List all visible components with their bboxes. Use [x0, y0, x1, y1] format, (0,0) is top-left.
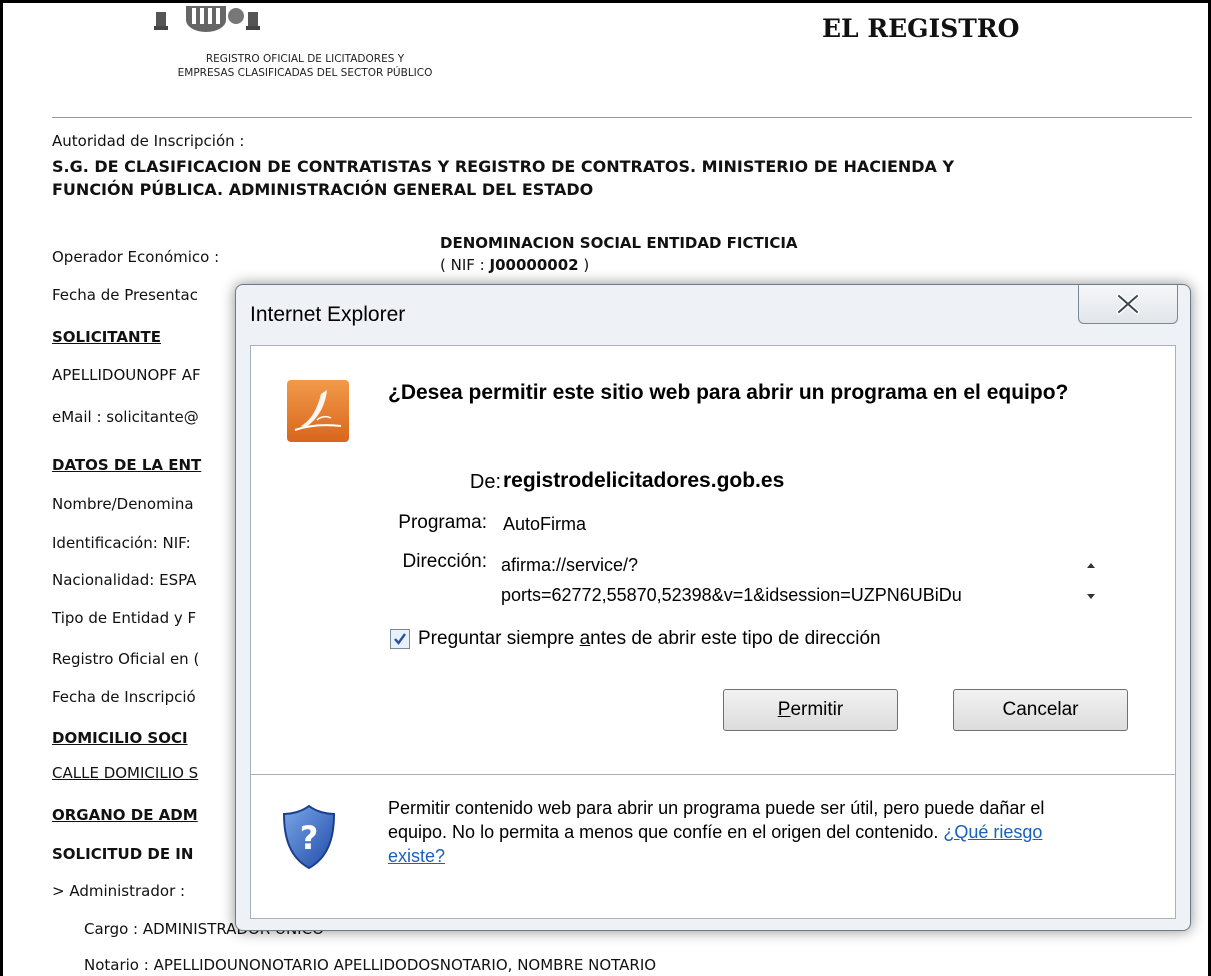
- always-ask-label-pre: Preguntar siempre: [418, 628, 580, 649]
- domicilio-heading: DOMICILIO SOCI: [52, 729, 188, 747]
- dialog-divider: [251, 774, 1175, 775]
- operador-label: Operador Económico :: [52, 248, 220, 266]
- always-ask-label-post: ntes de abrir este tipo de dirección: [590, 628, 881, 649]
- solicitante-heading: SOLICITANTE: [52, 328, 161, 346]
- operador-name: DENOMINACION SOCIAL ENTIDAD FICTICIA: [440, 234, 798, 252]
- close-button[interactable]: [1078, 285, 1178, 324]
- dialog-question: ¿Desea permitir este sitio web para abri…: [388, 381, 1069, 404]
- solicitante-email: eMail : solicitante@: [52, 408, 199, 426]
- registro-oficial-field: Registro Oficial en (: [52, 650, 200, 668]
- fecha-presentacion-label: Fecha de Presentac: [52, 286, 198, 304]
- organo-heading: ORGANO DE ADM: [52, 806, 198, 824]
- direccion-line-1: afirma://service/?: [501, 555, 639, 575]
- always-ask-label-accel: a: [579, 628, 591, 649]
- org-line-1: REGISTRO OFICIAL DE LICITADORES Y: [205, 53, 405, 65]
- always-ask-label: Preguntar siempre antes de abrir este ti…: [418, 628, 881, 650]
- always-ask-checkbox[interactable]: [390, 629, 410, 649]
- fecha-inscripcion-field: Fecha de Inscripció: [52, 688, 196, 706]
- permitir-accel: P: [777, 699, 791, 720]
- permitir-button[interactable]: Permitir: [723, 689, 898, 731]
- nacionalidad-field: Nacionalidad: ESPA: [52, 571, 197, 589]
- page-title: EL REGISTRO: [822, 14, 1020, 43]
- autoridad-line-2: FUNCIÓN PÚBLICA. ADMINISTRACIÓN GENERAL …: [52, 180, 594, 199]
- programa-value: AutoFirma: [503, 514, 587, 534]
- scroll-up-icon: [1087, 563, 1095, 568]
- nif-value: J00000002: [489, 256, 579, 274]
- datos-heading: DATOS DE LA ENT: [52, 456, 202, 474]
- de-label: De:: [469, 471, 501, 493]
- identificacion-field: Identificación: NIF:: [52, 534, 191, 552]
- org-name: REGISTRO OFICIAL DE LICITADORES Y EMPRES…: [150, 52, 460, 80]
- operador-nif: ( NIF : J00000002 ): [440, 256, 589, 274]
- warning-text: Permitir contenido web para abrir un pro…: [388, 796, 1088, 868]
- autofirma-icon: [287, 380, 349, 442]
- calle-field: CALLE DOMICILIO S: [52, 764, 199, 782]
- programa-label: Programa:: [398, 512, 487, 533]
- direccion-value: afirma://service/? ports=62772,55870,523…: [501, 550, 1101, 612]
- nif-suffix: ): [578, 256, 590, 274]
- shield-question-icon: ?: [282, 804, 336, 870]
- direccion-line-2: ports=62772,55870,52398&v=1&idsession=UZ…: [501, 585, 962, 605]
- permitir-rest: ermitir: [790, 699, 844, 720]
- coat-of-arms-logo: [154, 6, 260, 32]
- nif-prefix: ( NIF :: [440, 256, 490, 274]
- always-ask-row[interactable]: Preguntar siempre antes de abrir este ti…: [390, 628, 881, 650]
- notario-field: Notario : APELLIDOUNONOTARIO APELLIDODOS…: [84, 956, 657, 974]
- solicitud-heading: SOLICITUD DE IN: [52, 845, 194, 863]
- cancelar-button[interactable]: Cancelar: [953, 689, 1128, 731]
- ie-dialog: Internet Explorer ¿Desea permitir este s…: [235, 284, 1191, 931]
- autoridad-label: Autoridad de Inscripción :: [52, 132, 245, 150]
- close-icon: [1116, 293, 1140, 315]
- dialog-title: Internet Explorer: [250, 303, 406, 326]
- autoridad-line-1: S.G. DE CLASIFICACION DE CONTRATISTAS Y …: [52, 157, 955, 176]
- scroll-down-icon: [1087, 594, 1095, 599]
- header-divider: [52, 117, 1192, 118]
- checkbox-check-icon: [394, 633, 406, 645]
- administrador-field: > Administrador :: [52, 882, 186, 900]
- direccion-label: Dirección:: [402, 551, 487, 572]
- de-value: registrodelicitadores.gob.es: [503, 469, 785, 492]
- nombre-field: Nombre/Denomina: [52, 495, 194, 513]
- tipo-entidad-field: Tipo de Entidad y F: [52, 609, 197, 627]
- address-scrollbar[interactable]: [1081, 550, 1101, 612]
- dialog-content: ¿Desea permitir este sitio web para abri…: [250, 345, 1176, 919]
- svg-text:?: ?: [300, 819, 319, 857]
- org-line-2: EMPRESAS CLASIFICADAS DEL SECTOR PÚBLICO: [177, 67, 433, 79]
- solicitante-name: APELLIDOUNOPF AF: [52, 366, 201, 384]
